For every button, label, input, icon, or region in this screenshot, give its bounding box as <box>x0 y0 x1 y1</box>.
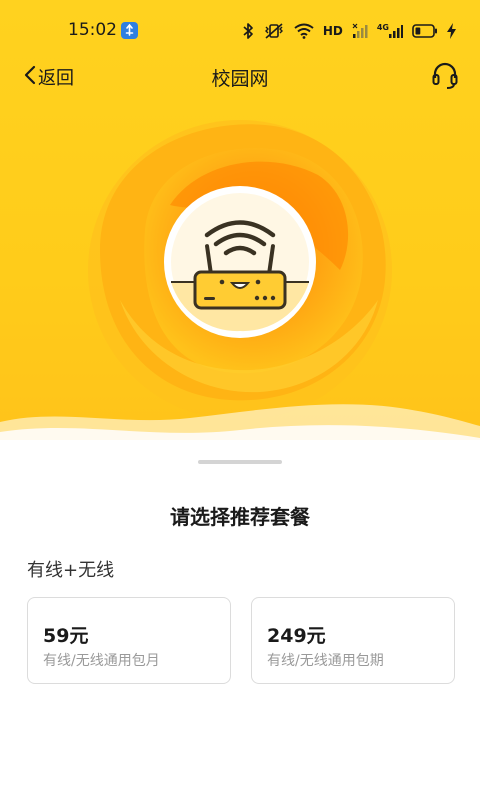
back-button[interactable]: 返回 <box>24 64 74 90</box>
headset-icon <box>432 62 458 94</box>
hd-icon: HD <box>322 24 343 38</box>
nav-bar: 返回 校园网 <box>0 58 480 98</box>
sheet-title: 请选择推荐套餐 <box>170 505 310 529</box>
sheet-drag-handle[interactable] <box>198 460 282 464</box>
plan-price: 249元 <box>267 625 326 647</box>
hero-banner: 15:02 HD 4G 返回 校园网 <box>0 0 480 460</box>
wifi-icon <box>294 23 314 39</box>
battery-icon <box>412 24 438 38</box>
status-bar: 15:02 HD 4G <box>0 0 480 58</box>
network-type-label: 4G <box>376 23 389 32</box>
plan-description: 有线/无线通用包月 <box>43 653 160 669</box>
router-wifi-icon <box>164 186 316 338</box>
notification-app-icon <box>121 22 138 39</box>
plan-card-term[interactable]: 249元 有线/无线通用包期 <box>251 597 455 684</box>
chevron-left-icon <box>24 65 36 89</box>
charging-icon <box>447 23 456 39</box>
signal-4g-icon: 4G <box>377 23 403 39</box>
customer-support-button[interactable] <box>432 62 458 94</box>
signal-icon <box>352 23 368 39</box>
section-label: 有线+无线 <box>27 560 115 581</box>
bluetooth-icon <box>242 22 254 40</box>
plan-description: 有线/无线通用包期 <box>267 653 384 669</box>
plan-card-monthly[interactable]: 59元 有线/无线通用包月 <box>27 597 231 684</box>
plan-price: 59元 <box>43 625 89 647</box>
vibrate-icon <box>263 22 285 40</box>
back-label: 返回 <box>38 68 74 89</box>
status-time: 15:02 <box>68 20 117 40</box>
package-sheet: 请选择推荐套餐 有线+无线 59元 有线/无线通用包月 249元 有线/无线通用… <box>0 440 480 800</box>
